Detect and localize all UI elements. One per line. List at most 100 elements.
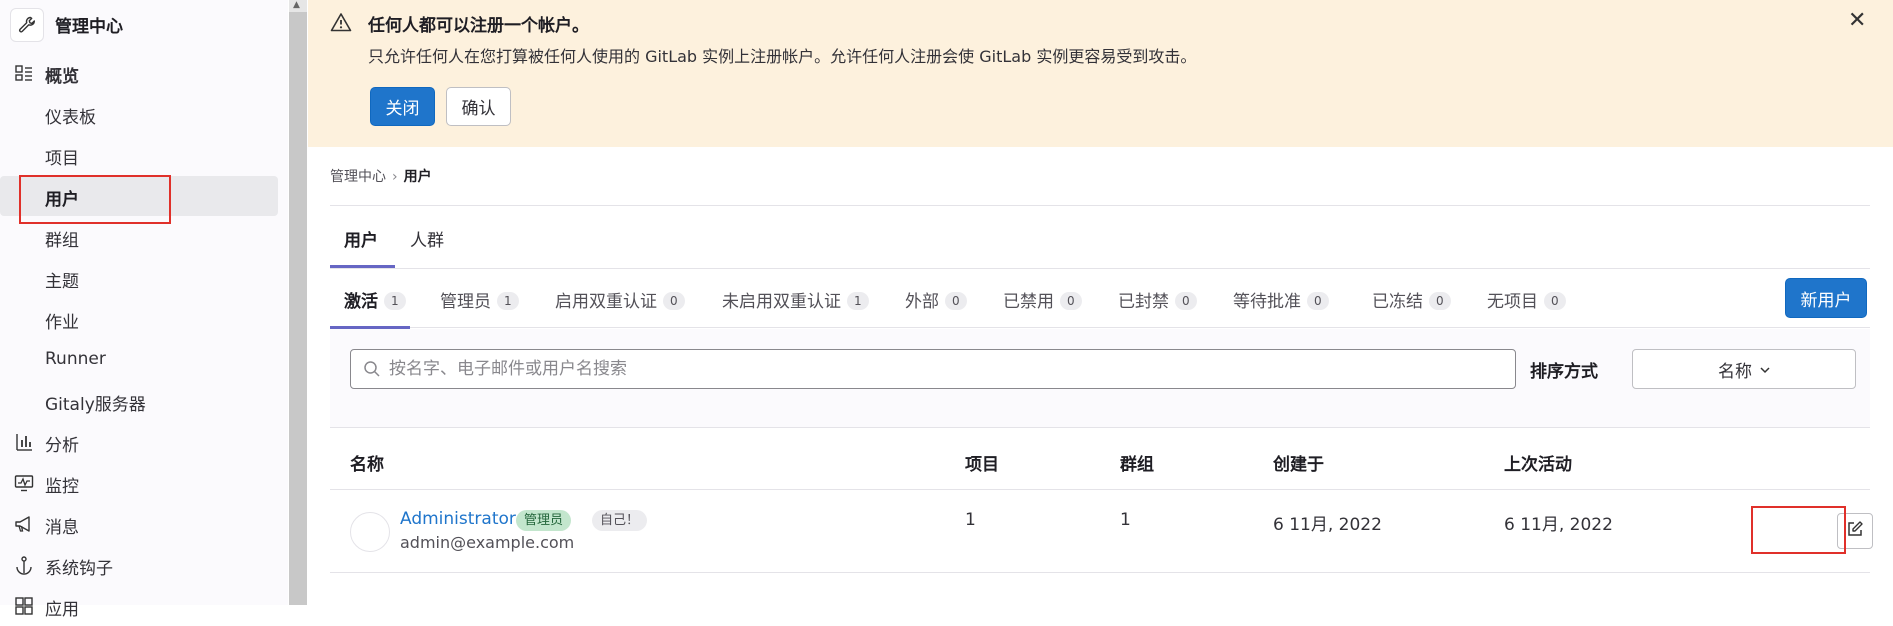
sidebar-item-label: 应用 (45, 600, 79, 620)
cell-created: 6 11月, 2022 (1273, 515, 1382, 535)
count-badge: 0 (663, 292, 685, 310)
filter-tab-banned[interactable]: 已封禁 0 (1118, 287, 1197, 312)
sidebar-item-gitaly-servers[interactable]: Gitaly服务器 (0, 381, 288, 421)
cell-groups: 1 (1120, 510, 1131, 530)
count-badge: 1 (497, 292, 519, 310)
column-header-created: 创建于 (1273, 455, 1324, 475)
column-header-name: 名称 (350, 455, 384, 475)
sidebar-scrollbar[interactable]: ▲ (289, 0, 307, 605)
warning-icon (330, 12, 352, 36)
count-badge: 1 (847, 292, 869, 310)
sidebar: 管理中心 概览 仪表板 项目 用户 群组 主题 作业 Runner Gitaly… (0, 0, 288, 620)
search-input-wrapper[interactable] (350, 349, 1516, 389)
sidebar-item-label: 作业 (45, 313, 79, 333)
user-email: admin@example.com (400, 533, 575, 552)
filter-tab-without-projects[interactable]: 无项目 0 (1487, 287, 1566, 312)
sidebar-item-runners[interactable]: Runner (0, 340, 288, 380)
user-name-link[interactable]: Administrator (400, 509, 516, 529)
breadcrumb-current: 用户 (403, 169, 432, 185)
sidebar-item-users[interactable]: 用户 (0, 176, 278, 216)
overview-icon (14, 63, 34, 83)
new-user-button[interactable]: 新用户 (1785, 278, 1867, 318)
column-header-groups: 群组 (1120, 455, 1154, 475)
breadcrumb-root[interactable]: 管理中心 (330, 169, 386, 185)
sidebar-item-label: 系统钩子 (45, 559, 113, 579)
admin-badge: 管理员 (516, 510, 572, 531)
user-filter-tabs: 激活 1 管理员 1 启用双重认证 0 未启用双重认证 1 外部 0 已禁用 0 已封禁 0 … (330, 268, 1870, 329)
close-icon[interactable]: ✕ (1848, 8, 1866, 33)
filter-tab-pending-approval[interactable]: 等待批准 0 (1233, 287, 1329, 312)
filter-tab-admins[interactable]: 管理员 1 (440, 287, 519, 312)
sort-dropdown[interactable]: 名称 (1632, 349, 1856, 389)
scrollbar-thumb[interactable] (289, 12, 307, 605)
filter-tab-active[interactable]: 激活 1 (344, 287, 406, 312)
filter-tab-2fa-enabled[interactable]: 启用双重认证 0 (555, 287, 685, 312)
table-row: Administrator 管理员 自己！ admin@example.com … (330, 491, 1873, 573)
main-content: 任何人都可以注册一个帐户。 只允许任何人在您打算被任何人使用的 GitLab 实… (308, 0, 1893, 605)
sidebar-item-groups[interactable]: 群组 (0, 217, 288, 257)
column-header-projects: 项目 (965, 455, 999, 475)
sidebar-item-projects[interactable]: 项目 (0, 135, 288, 175)
edit-icon (1846, 520, 1864, 542)
sidebar-item-jobs[interactable]: 作业 (0, 299, 288, 339)
chevron-right-icon: › (392, 169, 398, 185)
sidebar-item-label: 概览 (45, 67, 79, 87)
filter-tab-deactivated[interactable]: 已冻结 0 (1372, 287, 1451, 312)
banner-confirm-button[interactable]: 确认 (446, 87, 511, 126)
monitor-icon (14, 473, 34, 493)
count-badge: 0 (1429, 292, 1451, 310)
filter-tab-external[interactable]: 外部 0 (905, 287, 967, 312)
banner-text: 只允许任何人在您打算被任何人使用的 GitLab 实例上注册帐户。允许任何人注册… (368, 47, 1197, 66)
sidebar-item-label: 主题 (45, 272, 79, 292)
sidebar-item-messages[interactable]: 消息 (0, 504, 288, 544)
sidebar-item-applications[interactable]: 应用 (0, 586, 288, 626)
count-badge: 0 (1544, 292, 1566, 310)
sidebar-item-monitoring[interactable]: 监控 (0, 463, 288, 503)
sidebar-item-overview[interactable]: 概览 (0, 53, 288, 93)
sidebar-item-system-hooks[interactable]: 系统钩子 (0, 545, 288, 585)
signup-warning-banner: 任何人都可以注册一个帐户。 只允许任何人在您打算被任何人使用的 GitLab 实… (308, 0, 1893, 147)
search-bar-area: 排序方式 名称 (330, 329, 1870, 428)
sidebar-item-analytics[interactable]: 分析 (0, 422, 288, 462)
wrench-icon[interactable] (10, 8, 44, 42)
hook-icon (14, 555, 34, 575)
sidebar-item-dashboard[interactable]: 仪表板 (0, 94, 288, 134)
count-badge: 0 (945, 292, 967, 310)
messages-icon (14, 514, 34, 534)
sidebar-item-label: Gitaly服务器 (45, 395, 146, 415)
breadcrumb: 管理中心 › 用户 (330, 166, 432, 186)
sort-value: 名称 (1718, 361, 1752, 382)
count-badge: 0 (1060, 292, 1082, 310)
sidebar-item-label: 消息 (45, 518, 79, 538)
tab-users[interactable]: 用户 (344, 226, 378, 251)
sidebar-item-label: 项目 (45, 149, 79, 169)
chevron-down-icon (1760, 359, 1770, 379)
cell-projects: 1 (965, 510, 976, 530)
filter-tab-blocked[interactable]: 已禁用 0 (1003, 287, 1082, 312)
filter-tab-2fa-disabled[interactable]: 未启用双重认证 1 (722, 287, 869, 312)
sidebar-item-label: 群组 (45, 231, 79, 251)
search-input[interactable] (389, 356, 1489, 382)
edit-user-button[interactable] (1837, 513, 1873, 549)
search-icon (363, 360, 381, 382)
apps-icon (14, 596, 34, 616)
scroll-up-icon[interactable]: ▲ (293, 0, 300, 10)
sidebar-header: 管理中心 (0, 0, 288, 44)
users-table-header: 名称 项目 群组 创建于 上次活动 (330, 430, 1870, 490)
sidebar-item-topics[interactable]: 主题 (0, 258, 288, 298)
column-header-last-activity: 上次活动 (1504, 455, 1572, 475)
banner-close-button[interactable]: 关闭 (370, 87, 435, 126)
sort-label: 排序方式 (1530, 362, 1598, 382)
count-badge: 0 (1175, 292, 1197, 310)
count-badge: 1 (384, 292, 406, 310)
sidebar-item-label: 分析 (45, 436, 79, 456)
top-tabs: 用户 人群 (330, 205, 1870, 268)
count-badge: 0 (1307, 292, 1329, 310)
tab-cohorts[interactable]: 人群 (410, 226, 444, 251)
sidebar-item-label: Runner (45, 349, 106, 369)
sidebar-item-label: 仪表板 (45, 108, 96, 128)
avatar[interactable] (350, 512, 390, 552)
sidebar-item-label: 用户 (45, 190, 79, 210)
cell-last-activity: 6 11月, 2022 (1504, 515, 1613, 535)
banner-title: 任何人都可以注册一个帐户。 (368, 16, 589, 36)
